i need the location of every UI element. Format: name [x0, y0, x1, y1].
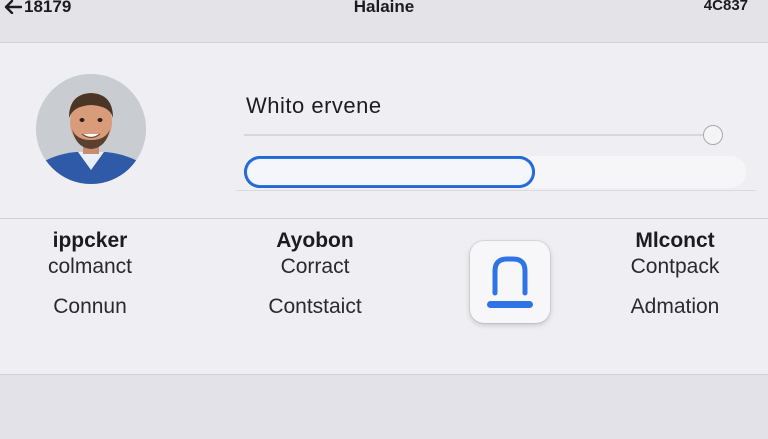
profile-heading: Whito ervene	[246, 93, 382, 118]
page-title: Halaine	[353, 0, 415, 16]
footer-bar	[0, 375, 768, 439]
contact-detail: Connun	[53, 295, 127, 318]
contact-subtitle: colmanct	[47, 255, 133, 278]
contact-detail: Admation	[630, 295, 720, 318]
status-text: 4C837	[703, 0, 748, 14]
lock-icon	[487, 256, 533, 308]
avatar-portrait	[36, 74, 146, 184]
progress-fill	[244, 156, 535, 188]
avatar[interactable]	[36, 74, 146, 184]
contact-item[interactable]: Mlconct Contpack Admation	[600, 228, 750, 320]
progress-inner	[247, 159, 532, 185]
back-label: 18179	[24, 0, 72, 16]
contact-subtitle: Corract	[280, 255, 350, 278]
contact-detail: Contstaict	[268, 295, 362, 318]
navigation-bar: 18179 Halaine 4C837	[0, 0, 768, 43]
contact-item[interactable]: Ayobon Corract Contstaict	[240, 228, 390, 320]
contact-item[interactable]: ippcker colmanct Connun	[20, 228, 160, 320]
progress-bar	[244, 156, 746, 188]
contact-title: Mlconct	[635, 229, 715, 252]
slider-knob[interactable]	[703, 125, 723, 145]
lock-app-button[interactable]	[470, 241, 550, 323]
back-button[interactable]: 18179	[4, 0, 71, 17]
contact-title: Ayobon	[276, 229, 354, 252]
arrow-left-icon	[4, 0, 22, 14]
separator	[236, 190, 756, 191]
slider-track[interactable]	[244, 134, 714, 136]
contact-title: ippcker	[52, 229, 128, 252]
contact-subtitle: Contpack	[630, 255, 720, 278]
